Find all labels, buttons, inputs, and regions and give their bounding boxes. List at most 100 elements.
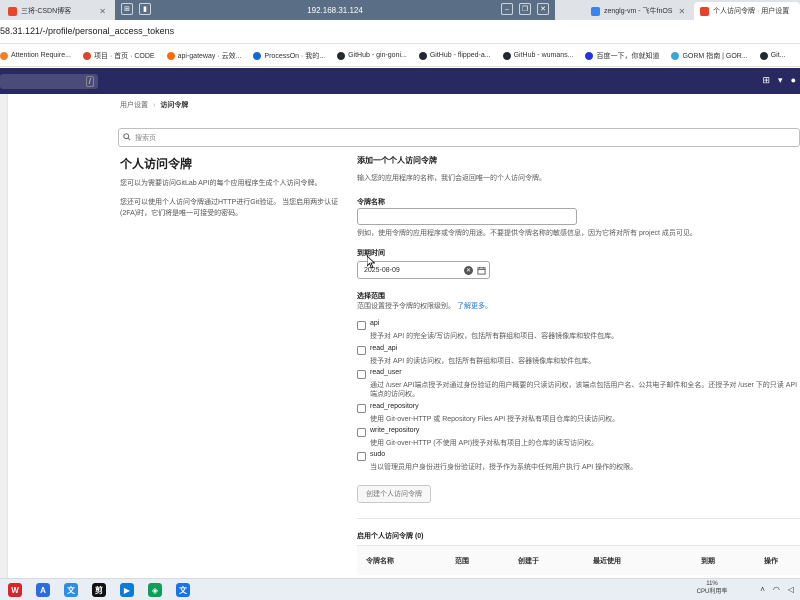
github-icon xyxy=(502,51,511,60)
address-bar[interactable]: 58.31.121/-/profile/personal_access_toke… xyxy=(0,20,800,44)
token-name-input[interactable] xyxy=(357,208,577,225)
player-app-icon[interactable]: ▶ xyxy=(120,583,134,597)
bookmarks-bar: Attention Require... 项目 · 首页 · CODE api-… xyxy=(0,45,800,67)
clear-icon[interactable]: ✕ xyxy=(464,266,473,275)
left-sidebar xyxy=(0,94,8,578)
bookmark-favicon-icon xyxy=(253,51,262,60)
navbar-search-input[interactable]: / xyxy=(0,74,98,89)
pin-icon[interactable]: ⊞ xyxy=(121,3,133,15)
scope-description: 通过 /user API端点授予对通过身份验证的用户概要的只读访问权，该端点包括… xyxy=(370,382,798,398)
signal-icon: ▮ xyxy=(139,3,151,15)
browser-tab-gitlab[interactable]: 个人访问令牌 · 用户设置 xyxy=(694,2,800,20)
address-url[interactable]: 58.31.121/-/profile/personal_access_toke… xyxy=(0,26,174,36)
fnos-favicon-icon xyxy=(591,6,600,16)
browser-app-icon[interactable]: ◈ xyxy=(148,583,162,597)
bookmark-item[interactable]: 百度一下，你就知道 xyxy=(585,51,659,61)
csdn-favicon-icon xyxy=(8,6,17,16)
github-icon[interactable]: ● xyxy=(791,75,796,86)
settings-search-input[interactable]: 搜索页 xyxy=(118,128,800,147)
scope-sudo: sudo 当以管理员用户身份进行身份验证时，授予作为系统中任何用户执行 API … xyxy=(357,451,800,473)
cpu-usage-indicator[interactable]: 11% CPU利用率 xyxy=(692,580,732,596)
cpu-usage-label: CPU利用率 xyxy=(696,589,728,595)
bookmark-item[interactable]: ProcessOn · 我的... xyxy=(253,51,325,61)
intro-paragraph-1: 您可以为需要访问GitLab API的每个应用程序生成个人访问令牌。 xyxy=(120,180,322,187)
section-divider xyxy=(357,518,800,519)
calendar-icon[interactable] xyxy=(477,266,486,275)
intro-paragraph-2: 您还可以使用个人访问令牌通过HTTP进行Git验证。 当您启用两步认证(2FA)… xyxy=(120,199,339,217)
baidu-icon xyxy=(585,51,594,60)
browser-tab-fnos[interactable]: zenglg-vm - 飞牛fnOS ✕ xyxy=(585,2,690,20)
bookmark-favicon-icon xyxy=(671,51,680,60)
form-section-help: 输入您的应用程序的名称，我们会返回唯一的个人访问令牌。 xyxy=(357,175,546,182)
scope-name[interactable]: read_api xyxy=(370,345,397,352)
restore-icon[interactable]: ❐ xyxy=(519,3,531,15)
capcut-app-icon[interactable]: 剪 xyxy=(92,583,106,597)
bookmark-item[interactable]: GitHub - flipped-a... xyxy=(418,51,491,60)
create-token-button[interactable]: 创建个人访问令牌 xyxy=(357,485,431,503)
bookmark-label: 百度一下，你就知道 xyxy=(596,52,660,60)
bookmark-label: GitHub - gin-goni... xyxy=(348,52,407,59)
breadcrumb-user-settings[interactable]: 用户设置 xyxy=(120,102,148,109)
column-header[interactable]: 范围 xyxy=(455,556,469,566)
wps-app-icon[interactable]: W xyxy=(8,583,22,597)
close-icon[interactable]: ✕ xyxy=(672,7,685,16)
column-header[interactable]: 最近使用 xyxy=(593,556,621,566)
chevron-up-icon[interactable]: ˄ xyxy=(760,585,765,594)
form-section-title: 添加一个个人访问令牌 xyxy=(357,156,437,165)
translate-app-icon[interactable]: 文 xyxy=(176,583,190,597)
chevron-down-icon[interactable]: ▾ xyxy=(778,75,783,86)
scope-api: api 授予对 API 的完全读/写访问权，包括所有群组和项目、容器镜像库和软件… xyxy=(357,320,800,342)
bookmark-item[interactable]: GitHub - gin-goni... xyxy=(337,51,407,60)
scope-checkbox[interactable] xyxy=(357,370,366,379)
column-header[interactable]: 到期 xyxy=(701,556,715,566)
plus-square-icon[interactable]: ⊞ xyxy=(762,75,770,86)
wifi-icon[interactable]: ◠ xyxy=(773,585,780,594)
bookmark-item[interactable]: 项目 · 首页 · CODE xyxy=(82,51,155,61)
expiry-date-input[interactable]: 2025-08-09 ✕ xyxy=(357,261,490,279)
scope-write-repository: write_repository 使用 Git-over-HTTP (不使用 A… xyxy=(357,427,800,449)
bookmark-item[interactable]: Git... xyxy=(759,51,785,60)
bookmark-item[interactable]: Attention Require... xyxy=(0,51,71,60)
add-token-form: 添加一个个人访问令牌 输入您的应用程序的名称，我们会返回唯一的个人访问令牌。 令… xyxy=(357,155,800,207)
volume-icon[interactable]: ◁ xyxy=(788,585,794,594)
scope-name[interactable]: api xyxy=(370,320,379,327)
scope-name[interactable]: write_repository xyxy=(370,427,419,434)
column-header[interactable]: 令牌名称 xyxy=(366,556,394,566)
bookmark-item[interactable]: GORM 指南 | GOR... xyxy=(671,51,748,61)
scope-read-repository: read_repository 使用 Git-over-HTTP 或 Repos… xyxy=(357,403,800,425)
github-icon xyxy=(759,51,768,60)
scope-checkbox[interactable] xyxy=(357,452,366,461)
bookmark-item[interactable]: GitHub - wumans... xyxy=(502,51,573,60)
browser-tab-csdn[interactable]: 三将-CSDN博客 ✕ xyxy=(2,2,112,20)
scope-name[interactable]: read_user xyxy=(370,369,402,376)
bookmark-favicon-icon xyxy=(166,51,175,60)
column-header[interactable]: 创建于 xyxy=(518,556,539,566)
scope-description: 授予对 API 的读访问权，包括所有群组和项目、容器镜像库和软件包库。 xyxy=(370,358,596,365)
scope-name[interactable]: read_repository xyxy=(370,403,419,410)
remote-desktop-bar: ⊞ ▮ 192.168.31.124 – ❐ ✕ xyxy=(115,0,555,20)
breadcrumb-access-tokens[interactable]: 访问令牌 xyxy=(160,102,188,109)
scope-name[interactable]: sudo xyxy=(370,451,385,458)
scope-checkbox[interactable] xyxy=(357,321,366,330)
breadcrumb-separator: › xyxy=(153,102,156,109)
bookmark-label: GitHub - flipped-a... xyxy=(429,52,491,59)
scopes-help-text: 范围设置授予令牌的权限级别。 xyxy=(357,303,455,310)
intro-section: 个人访问令牌 您可以为需要访问GitLab API的每个应用程序生成个人访问令牌… xyxy=(120,155,345,227)
document-app-icon[interactable]: 文 xyxy=(64,583,78,597)
tab-label: 个人访问令牌 · 用户设置 xyxy=(713,8,790,15)
tab-label: zenglg-vm - 飞牛fnOS xyxy=(604,8,673,15)
close-icon[interactable]: ✕ xyxy=(93,7,106,16)
scope-checkbox[interactable] xyxy=(357,404,366,413)
learn-more-link[interactable]: 了解更多。 xyxy=(457,303,492,310)
bookmark-item[interactable]: api-gateway · 云效... xyxy=(166,51,241,61)
scope-checkbox[interactable] xyxy=(357,346,366,355)
scope-checkbox[interactable] xyxy=(357,428,366,437)
github-icon xyxy=(418,51,427,60)
system-tray: ˄ ◠ ◁ xyxy=(760,585,794,594)
app-a-icon[interactable]: A xyxy=(36,583,50,597)
column-header[interactable]: 操作 xyxy=(764,556,778,566)
close-icon[interactable]: ✕ xyxy=(537,3,549,15)
minimize-icon[interactable]: – xyxy=(501,3,513,15)
scopes-help: 范围设置授予令牌的权限级别。 了解更多。 xyxy=(357,302,492,312)
breadcrumb: 用户设置 › 访问令牌 xyxy=(120,100,188,110)
